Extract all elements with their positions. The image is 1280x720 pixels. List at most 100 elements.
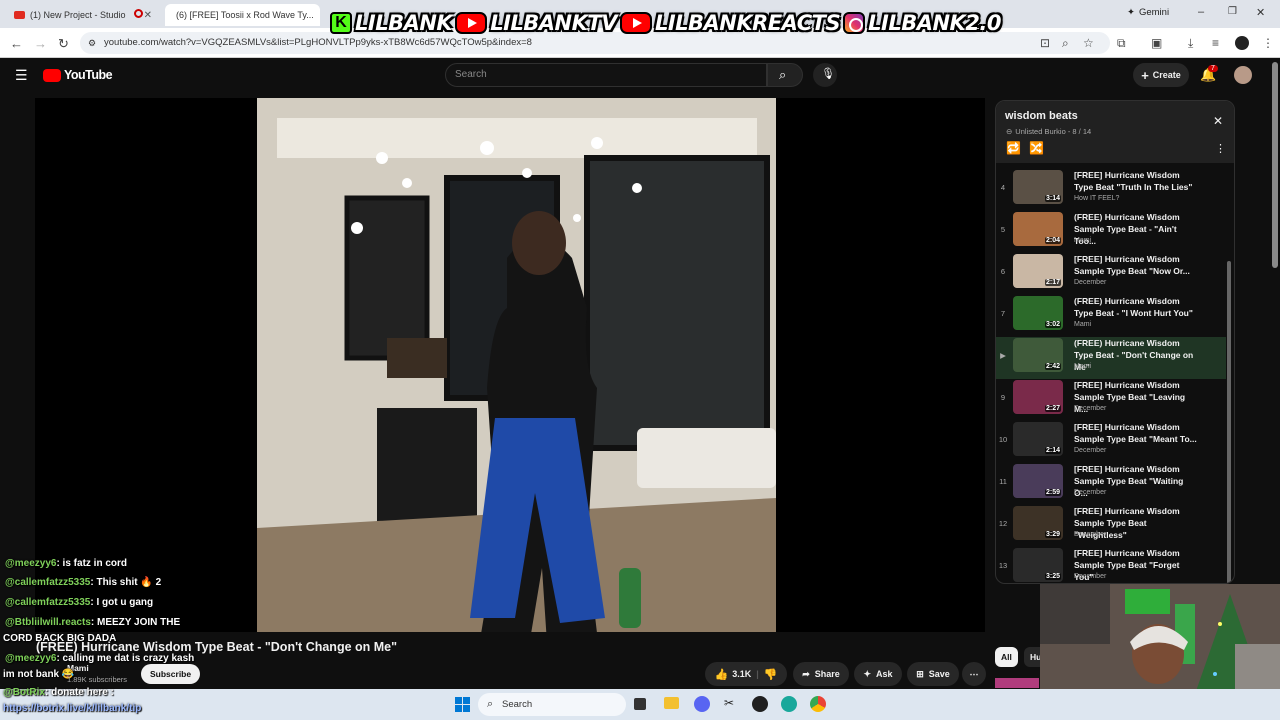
chat-text: : MEEZY JOIN THE	[90, 617, 181, 628]
playlist-item-title[interactable]: (FREE) Hurricane Wisdom Type Beat - "Don…	[1074, 337, 1199, 373]
playlist-item-current[interactable]: ▶ 2:42 (FREE) Hurricane Wisdom Type Beat -…	[996, 337, 1226, 379]
ask-label: Ask	[876, 669, 893, 679]
playlist-item-channel[interactable]: Mami	[1074, 237, 1091, 244]
create-button[interactable]: + Create	[1133, 63, 1189, 87]
windows-start-icon[interactable]	[455, 697, 470, 712]
search-button[interactable]: ⌕	[767, 63, 803, 87]
hamburger-menu-icon[interactable]: ☰	[15, 67, 28, 84]
chrome-icon[interactable]	[810, 696, 826, 712]
profile-avatar[interactable]	[1235, 36, 1249, 50]
bookmark-star-icon[interactable]: ☆	[1083, 36, 1094, 50]
back-icon[interactable]: ←	[10, 36, 23, 51]
duration-badge: 3:25	[1044, 573, 1061, 580]
tab-active-video[interactable]: (6) [FREE] Toosii x Rod Wave Ty... ✕	[165, 4, 320, 26]
download-icon[interactable]: ⤓	[1188, 36, 1193, 51]
playlist-item[interactable]: 7 3:02 (FREE) Hurricane Wisdom Type Beat -…	[996, 295, 1226, 337]
app-icon[interactable]	[781, 696, 797, 712]
playlist-item[interactable]: 9 2:27 [FREE] Hurricane Wisdom Sample Type…	[996, 379, 1226, 421]
playlist-title[interactable]: wisdom beats	[1005, 110, 1078, 122]
playlist-item-channel[interactable]: December	[1074, 447, 1106, 454]
task-view-icon[interactable]	[634, 698, 646, 710]
more-actions-button[interactable]: ⋯	[962, 662, 986, 686]
ask-button[interactable]: ✦ Ask	[854, 662, 902, 686]
share-button[interactable]: ➦ Share	[793, 662, 849, 686]
install-app-icon[interactable]: ⊡	[1040, 36, 1050, 50]
playlist-item[interactable]: 12 3:29 [FREE] Hurricane Wisdom Sample Typ…	[996, 505, 1226, 547]
playlist-item-thumbnail[interactable]: 2:59	[1013, 464, 1063, 498]
taskbar-search[interactable]: ⌕ Search	[478, 693, 626, 716]
like-count: 3.1K	[732, 669, 752, 679]
kick-handle: LILBANK	[355, 11, 453, 35]
search-input[interactable]: Search	[445, 63, 767, 87]
playlist-item-channel[interactable]: Mami	[1074, 321, 1091, 328]
subscribe-button[interactable]: Subscribe	[141, 664, 201, 684]
video-player[interactable]	[35, 98, 985, 632]
playlist-item-channel[interactable]: December	[1074, 573, 1106, 580]
split-view-icon[interactable]: ▣	[1151, 36, 1162, 50]
playlist-item-title[interactable]: [FREE] Hurricane Wisdom Type Beat "Truth…	[1074, 169, 1199, 193]
playlist-item-thumbnail[interactable]: 3:02	[1013, 296, 1063, 330]
playlist-item-thumbnail[interactable]: 3:29	[1013, 506, 1063, 540]
account-avatar[interactable]	[1234, 66, 1252, 84]
youtube-logo[interactable]: YouTube	[43, 68, 113, 82]
playlist-item[interactable]: 4 3:14 [FREE] Hurricane Wisdom Type Beat "…	[996, 169, 1226, 211]
playlist-item-thumbnail[interactable]: 2:17	[1013, 254, 1063, 288]
playlist-menu-icon[interactable]: ⋮	[1215, 142, 1226, 155]
video-scene	[257, 98, 776, 632]
capcut-icon[interactable]: ✂	[724, 696, 740, 712]
playlist-item-channel[interactable]: December	[1074, 279, 1106, 286]
playlist-item-title[interactable]: [FREE] Hurricane Wisdom Sample Type Beat…	[1074, 421, 1199, 445]
video-frame[interactable]	[257, 98, 776, 632]
shuffle-icon[interactable]: 🔀	[1029, 141, 1044, 155]
recommendation-thumbnail[interactable]	[995, 678, 1039, 688]
discord-icon[interactable]	[694, 696, 710, 712]
page-scrollbar[interactable]	[1272, 62, 1278, 268]
close-tab-icon[interactable]: ✕	[319, 10, 320, 21]
browser-menu-icon[interactable]: ⋮	[1262, 36, 1274, 50]
playlist-item-thumbnail[interactable]: 2:42	[1013, 338, 1063, 372]
youtube-social-icon	[619, 12, 652, 34]
voice-search-button[interactable]: 🎙	[813, 63, 837, 87]
file-explorer-icon[interactable]	[664, 697, 679, 709]
obs-icon[interactable]	[752, 696, 768, 712]
reload-icon[interactable]: ↻	[58, 36, 69, 52]
dislike-button[interactable]: 👎	[764, 668, 778, 681]
close-playlist-icon[interactable]: ✕	[1213, 114, 1223, 128]
playlist-item[interactable]: 13 3:25 [FREE] Hurricane Wisdom Sample Typ…	[996, 547, 1226, 583]
chip-all[interactable]: All	[995, 647, 1018, 667]
zoom-icon[interactable]: ⌕	[1062, 36, 1069, 51]
playlist-item-title[interactable]: (FREE) Hurricane Wisdom Sample Type Beat…	[1074, 211, 1199, 247]
forward-icon[interactable]: →	[34, 36, 47, 51]
site-info-icon[interactable]: ⚙	[88, 32, 96, 54]
extensions-icon[interactable]: ⧉	[1117, 36, 1126, 51]
gemini-button[interactable]: ✦ Gemini	[1127, 7, 1169, 18]
playlist-item-thumbnail[interactable]: 2:14	[1013, 422, 1063, 456]
playlist-item[interactable]: 11 2:59 [FREE] Hurricane Wisdom Sample Typ…	[996, 463, 1226, 505]
playlist-item-channel[interactable]: Mami	[1074, 363, 1091, 370]
save-button[interactable]: ⊞ Save	[907, 662, 959, 686]
close-tab-icon[interactable]: ✕	[144, 10, 152, 21]
restore-icon[interactable]: ❐	[1228, 6, 1237, 17]
playlist-item[interactable]: 6 2:17 [FREE] Hurricane Wisdom Sample Type…	[996, 253, 1226, 295]
chat-user: @BotRix	[3, 687, 45, 698]
playlist-item-thumbnail[interactable]: 3:14	[1013, 170, 1063, 204]
playlist-item[interactable]: 10 2:14 [FREE] Hurricane Wisdom Sample Typ…	[996, 421, 1226, 463]
close-window-icon[interactable]: ✕	[1256, 6, 1265, 19]
playlist-scrollbar[interactable]	[1227, 261, 1231, 583]
duration-badge: 3:14	[1044, 195, 1061, 202]
playlist-item-channel[interactable]: How IT FEEL?	[1074, 195, 1119, 202]
playlist-item-thumbnail[interactable]: 3:25	[1013, 548, 1063, 582]
media-icon[interactable]: ≡	[1212, 36, 1219, 50]
like-button[interactable]: 👍 3.1K	[715, 668, 752, 681]
playlist-item-channel[interactable]: December	[1074, 405, 1106, 412]
playlist-item-title[interactable]: (FREE) Hurricane Wisdom Type Beat - "I W…	[1074, 295, 1199, 319]
playlist-item-channel[interactable]: December	[1074, 489, 1106, 496]
playlist-item-thumbnail[interactable]: 2:04	[1013, 212, 1063, 246]
playlist-item[interactable]: 5 2:04 (FREE) Hurricane Wisdom Sample Type…	[996, 211, 1226, 253]
minimize-icon[interactable]: –	[1198, 6, 1204, 18]
playlist-item-index: 9	[1000, 393, 1006, 402]
playlist-item-thumbnail[interactable]: 2:27	[1013, 380, 1063, 414]
playlist-item-channel[interactable]: December	[1074, 531, 1106, 538]
loop-icon[interactable]: 🔁	[1006, 141, 1021, 155]
playlist-item-title[interactable]: [FREE] Hurricane Wisdom Sample Type Beat…	[1074, 253, 1199, 277]
